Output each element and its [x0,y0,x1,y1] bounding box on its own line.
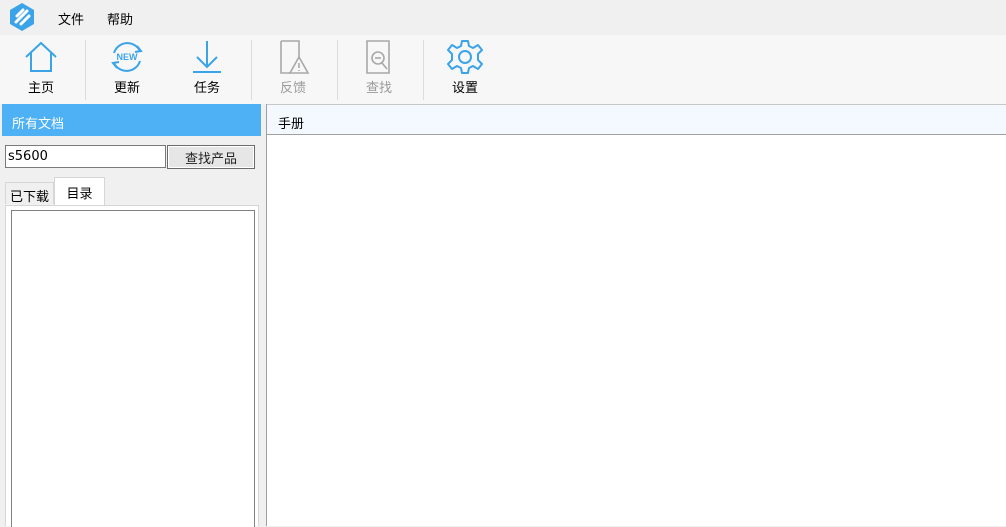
tab-catalog[interactable]: 目录 [54,177,105,206]
settings-button[interactable]: 设置 [435,35,495,104]
panel-header: 所有文档 [2,104,261,136]
tab-downloaded[interactable]: 已下载 [5,182,54,205]
manual-panel: 手册 [266,104,1006,526]
home-button-label: 主页 [27,81,54,96]
toolbar-separator [423,40,424,100]
tab-content [5,205,259,527]
gear-icon [447,40,483,74]
feedback-warning-icon [280,40,310,74]
all-documents-panel: 所有文档 查找产品 已下载 目录 [2,104,261,527]
feedback-button[interactable]: 反馈 [263,35,323,104]
tasks-button-label: 任务 [193,81,220,96]
find-button-label: 查找 [365,81,392,96]
panel-title: 所有文档 [12,117,65,132]
update-button-label: 更新 [113,81,140,96]
download-arrow-icon [193,41,221,73]
manual-header: 手册 [267,104,1006,135]
home-icon [25,41,57,72]
toolbar-separator [251,40,252,100]
find-product-button[interactable]: 查找产品 [167,145,255,169]
toolbar-separator [85,40,86,100]
update-button[interactable]: NEW 更新 [97,35,157,104]
catalog-tree[interactable] [11,210,255,527]
toolbar-separator [337,40,338,100]
feedback-button-label: 反馈 [279,81,306,96]
manual-title: 手册 [278,117,305,132]
home-button[interactable]: 主页 [11,35,71,104]
toolbar: 主页 NEW 更新 任务 反馈 查找 设置 [0,35,1006,104]
tasks-button[interactable]: 任务 [177,35,237,104]
menu-bar: 文件 帮助 [0,0,1006,35]
find-button[interactable]: 查找 [349,35,409,104]
new-update-icon: NEW [111,42,143,72]
search-document-icon [366,40,390,74]
new-badge: NEW [117,52,139,62]
app-logo-icon [10,3,34,31]
menu-help[interactable]: 帮助 [107,9,133,28]
product-search-input[interactable] [5,145,166,168]
settings-button-label: 设置 [451,81,478,96]
menu-file[interactable]: 文件 [58,9,84,28]
